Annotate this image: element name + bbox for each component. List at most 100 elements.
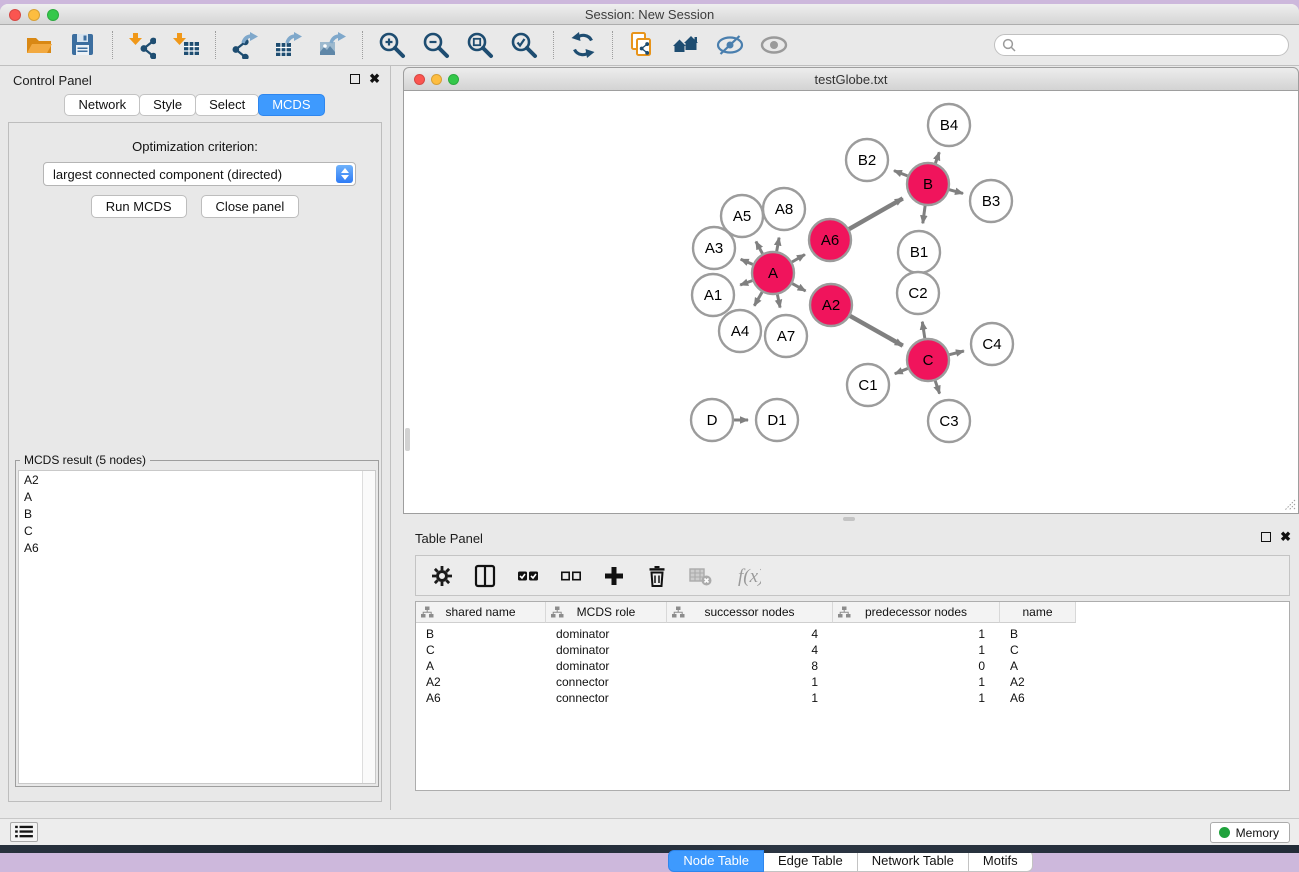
tab-network-table[interactable]: Network Table [857, 850, 969, 872]
float-panel-icon[interactable] [350, 74, 360, 84]
graph-node-A3[interactable]: A3 [693, 227, 735, 269]
column-header-MCDS-role[interactable]: MCDS role [546, 602, 667, 623]
result-list-item[interactable]: A [19, 488, 375, 505]
graph-edge-C-C2[interactable] [922, 322, 925, 339]
graph-edge-A-A1[interactable] [740, 281, 752, 285]
graph-edge-A-A2[interactable] [792, 284, 805, 291]
select-all-icon[interactable] [514, 562, 542, 590]
export-network-icon[interactable] [230, 30, 260, 60]
graph-node-D1[interactable]: D1 [756, 399, 798, 441]
table-row[interactable]: Adominator80A [416, 658, 1289, 674]
gear-icon[interactable] [428, 562, 456, 590]
result-list-item[interactable]: B [19, 505, 375, 522]
graph-node-C3[interactable]: C3 [928, 400, 970, 442]
hide-details-icon[interactable] [759, 30, 789, 60]
result-list-item[interactable]: C [19, 522, 375, 539]
graph-edge-B-B1[interactable] [923, 206, 925, 224]
column-header-successor-nodes[interactable]: successor nodes [667, 602, 833, 623]
canvas-scrollbar-nub[interactable] [405, 428, 410, 451]
zoom-fit-icon[interactable] [465, 30, 495, 60]
graph-node-B4[interactable]: B4 [928, 104, 970, 146]
graph-node-C4[interactable]: C4 [971, 323, 1013, 365]
tab-style[interactable]: Style [139, 94, 196, 116]
graph-node-D[interactable]: D [691, 399, 733, 441]
zoom-out-icon[interactable] [421, 30, 451, 60]
tab-select[interactable]: Select [195, 94, 259, 116]
graph-edge-A6-B[interactable] [849, 198, 903, 229]
graph-edge-B-B4[interactable] [935, 152, 939, 163]
tab-edge-table[interactable]: Edge Table [763, 850, 858, 872]
table-row[interactable]: A2connector11A2 [416, 674, 1289, 690]
clone-network-icon[interactable] [627, 30, 657, 60]
tab-motifs[interactable]: Motifs [968, 850, 1033, 872]
graph-node-B1[interactable]: B1 [898, 231, 940, 273]
tab-network[interactable]: Network [64, 94, 140, 116]
columns-icon[interactable] [471, 562, 499, 590]
result-scrollbar[interactable] [362, 471, 375, 783]
zoom-in-icon[interactable] [377, 30, 407, 60]
column-header-shared-name[interactable]: shared name [416, 602, 546, 623]
graph-node-B[interactable]: B [907, 163, 949, 205]
open-file-icon[interactable] [24, 30, 54, 60]
graph-edge-A-A7[interactable] [777, 295, 780, 308]
show-details-icon[interactable] [715, 30, 745, 60]
resize-grip-icon[interactable] [1283, 498, 1296, 511]
graph-node-C[interactable]: C [907, 339, 949, 381]
run-mcds-button[interactable]: Run MCDS [91, 195, 187, 218]
refresh-icon[interactable] [568, 30, 598, 60]
column-header-name[interactable]: name [1000, 602, 1076, 623]
table-row[interactable]: Bdominator41B [416, 626, 1289, 642]
graph-edge-C-C4[interactable] [949, 351, 964, 355]
delete-icon[interactable] [643, 562, 671, 590]
import-network-icon[interactable] [127, 30, 157, 60]
graph-node-B2[interactable]: B2 [846, 139, 888, 181]
graph-node-C2[interactable]: C2 [897, 272, 939, 314]
panel-splitter-handle[interactable] [843, 517, 855, 521]
network-canvas[interactable]: B4B2BB3A5A8A6A3B1AA1C2A2A4A7C4CC1DD1C3 [403, 91, 1299, 514]
graph-node-A1[interactable]: A1 [692, 274, 734, 316]
task-history-button[interactable] [10, 822, 38, 842]
export-table-icon[interactable] [274, 30, 304, 60]
graph-edge-A-A6[interactable] [792, 255, 805, 263]
export-image-icon[interactable] [318, 30, 348, 60]
graph-node-A2[interactable]: A2 [810, 284, 852, 326]
memory-button[interactable]: Memory [1210, 822, 1290, 843]
graph-edge-B-B2[interactable] [894, 171, 908, 176]
graph-edge-A-A3[interactable] [741, 259, 753, 264]
graph-edge-A-A5[interactable] [756, 242, 763, 254]
tab-node-table[interactable]: Node Table [668, 850, 764, 872]
close-panel-button[interactable]: Close panel [201, 195, 300, 218]
result-list-item[interactable]: A6 [19, 539, 375, 556]
graph-node-C1[interactable]: C1 [847, 364, 889, 406]
graph-edge-A-A8[interactable] [777, 238, 779, 252]
table-row[interactable]: Cdominator41C [416, 642, 1289, 658]
graph-edge-A-A4[interactable] [754, 292, 762, 306]
graph-edge-C-C1[interactable] [895, 369, 908, 374]
graph-edge-A2-C[interactable] [850, 316, 903, 346]
float-table-panel-icon[interactable] [1261, 532, 1271, 542]
criterion-dropdown[interactable]: largest connected component (directed) [43, 162, 356, 186]
graph-node-B3[interactable]: B3 [970, 180, 1012, 222]
graph-edge-C-C3[interactable] [935, 381, 939, 394]
graph-node-A6[interactable]: A6 [809, 219, 851, 261]
zoom-selected-icon[interactable] [509, 30, 539, 60]
import-table-icon[interactable] [171, 30, 201, 60]
deselect-all-icon[interactable] [557, 562, 585, 590]
graph-edge-B-B3[interactable] [949, 190, 963, 194]
search-input[interactable] [994, 34, 1289, 56]
control-panel-tabs: NetworkStyleSelectMCDS [0, 94, 390, 122]
close-table-panel-icon[interactable]: ✖ [1280, 531, 1291, 543]
table-row[interactable]: A6connector11A6 [416, 690, 1289, 706]
graph-node-A[interactable]: A [752, 252, 794, 294]
close-panel-icon[interactable]: ✖ [369, 73, 380, 85]
graph-node-A7[interactable]: A7 [765, 315, 807, 357]
graph-node-A8[interactable]: A8 [763, 188, 805, 230]
column-header-predecessor-nodes[interactable]: predecessor nodes [833, 602, 1000, 623]
home-icon[interactable] [671, 30, 701, 60]
tab-mcds[interactable]: MCDS [258, 94, 324, 116]
result-list-item[interactable]: A2 [19, 471, 375, 488]
graph-node-A4[interactable]: A4 [719, 310, 761, 352]
table-cell: A2 [416, 675, 546, 689]
add-icon[interactable] [600, 562, 628, 590]
save-session-icon[interactable] [68, 30, 98, 60]
